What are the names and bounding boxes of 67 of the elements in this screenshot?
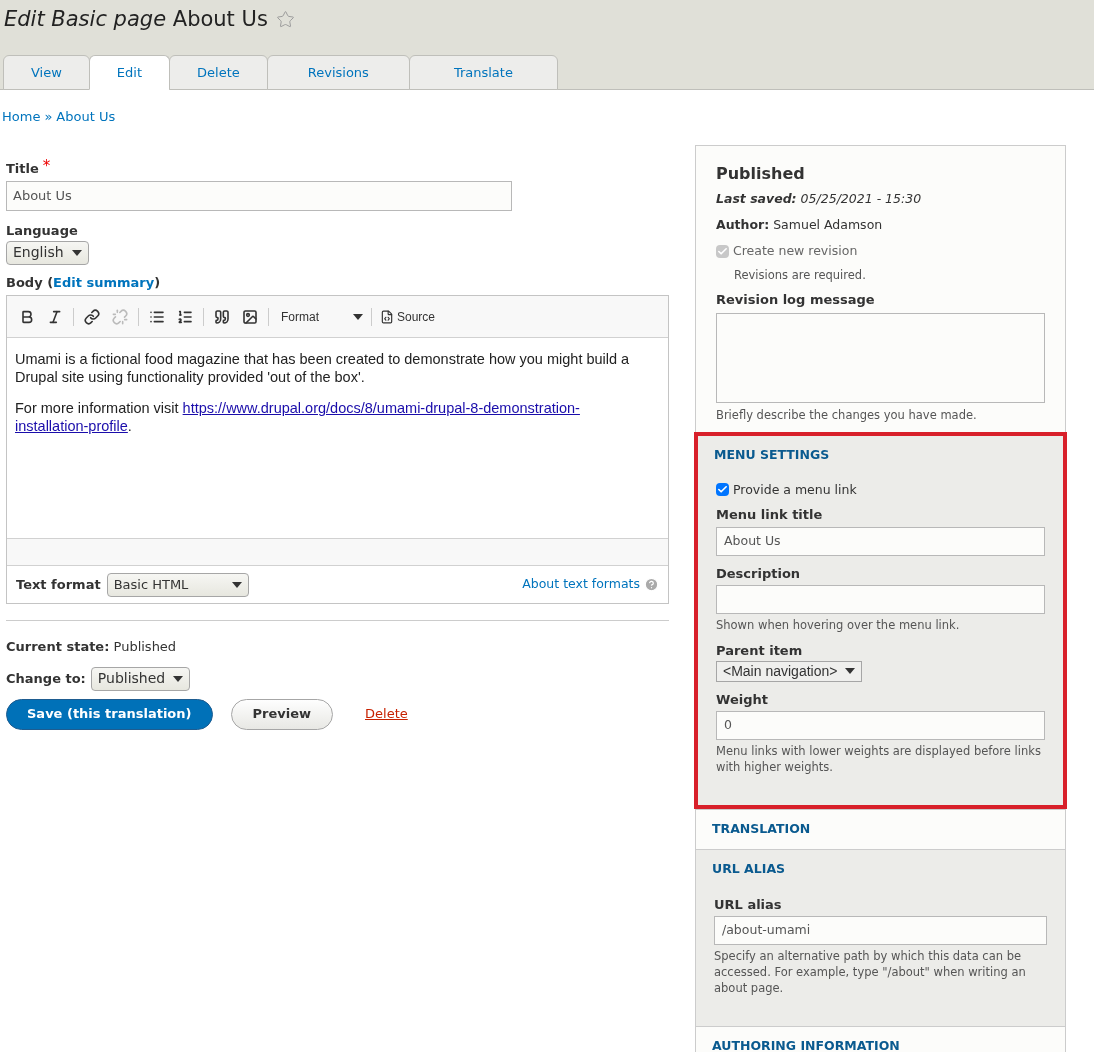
tab[interactable]: View [3, 55, 90, 90]
text-input[interactable] [716, 585, 1045, 615]
link-icon[interactable] [82, 306, 102, 327]
body-paragraph: Umami is a fictional food magazine that has been created to demonstrate how you might build a Drupal site using functionality provided 'out of the box'. [15, 350, 631, 386]
section-toggle[interactable]: AUTHORING INFORMATION [696, 1027, 916, 1052]
star-icon[interactable] [275, 10, 295, 30]
text-input[interactable]: /about-umami [714, 916, 1047, 946]
help-text: Specify an alternative path by which this data can be accessed. For example, type "/about" when writing an about page. [714, 948, 1027, 997]
tab[interactable]: Delete [169, 55, 268, 90]
source-button[interactable]: Source [380, 307, 436, 326]
checkbox-label: Provide a menu link [733, 480, 857, 499]
field-label: Body ( [6, 273, 54, 292]
help-text: Menu links with lower weights are displayed before links with higher weights. [716, 743, 1042, 776]
checkbox[interactable] [716, 483, 729, 497]
delete-link[interactable]: Delete [365, 704, 408, 724]
edit-summary-link[interactable]: Edit summary [53, 272, 155, 292]
body-link[interactable]: https://www.drupal.org/docs/8/umami-drupal-8-demonstration- [182, 400, 580, 416]
required-mark: * [42, 158, 51, 174]
parent-select[interactable]: <Main navigation> [716, 660, 863, 682]
save-button[interactable]: Save (this translation) [6, 698, 213, 730]
help-text: Shown when hovering over the menu link. [716, 617, 961, 634]
caret-icon [353, 313, 363, 320]
checkbox-label: Create new revision [733, 242, 858, 260]
source-icon [380, 309, 394, 324]
help-icon [644, 577, 659, 592]
language-select[interactable]: English [6, 240, 89, 265]
body-link[interactable]: installation-profile [15, 418, 128, 434]
about-formats-link[interactable]: About text formats [522, 575, 640, 594]
state-select[interactable]: Published [90, 666, 191, 691]
preview-button[interactable]: Preview [230, 698, 333, 730]
page-title: Edit Basic page About Us [4, 6, 268, 33]
title-input[interactable]: About Us [6, 181, 512, 211]
current-state: Current state: Published [6, 638, 178, 656]
field-label: Description [716, 564, 802, 583]
text-input[interactable]: 0 [716, 711, 1045, 741]
author: Author: Samuel Adamson [716, 216, 884, 235]
field-label: Title [6, 159, 39, 178]
help-text: Revisions are required. [734, 266, 867, 284]
field-label: Parent item [716, 642, 804, 661]
text-input[interactable]: About Us [716, 526, 1045, 556]
field-label: Change to: [6, 669, 86, 688]
field-label: Language [6, 222, 79, 240]
tab[interactable]: Translate [408, 55, 558, 90]
caret-icon [231, 581, 242, 588]
field-label: Weight [716, 690, 769, 709]
field-label: Revision log message [716, 291, 876, 309]
breadcrumb-link[interactable]: About Us [56, 107, 116, 127]
caret-icon [71, 249, 82, 256]
field-label: Menu link title [716, 506, 824, 525]
text-format-select[interactable]: Basic HTML [106, 572, 249, 597]
field-label: Text format [16, 575, 101, 594]
field-label: URL alias [714, 895, 783, 914]
section-toggle[interactable]: TRANSLATION [696, 810, 827, 849]
breadcrumb-separator: » [44, 108, 53, 126]
breadcrumb-link[interactable]: Home [2, 107, 41, 127]
format-dropdown[interactable]: Format [277, 307, 363, 326]
section-toggle[interactable]: URL ALIAS [696, 850, 802, 889]
tab[interactable]: Revisions [266, 55, 410, 90]
section-toggle[interactable]: MENU SETTINGS [698, 435, 846, 475]
help-text: Briefly describe the changes you have made. [716, 406, 978, 424]
body-paragraph: For more information visit https://www.drupal.org/docs/8/umami-drupal-8-demonstration- installation-profile. [15, 399, 581, 435]
last-saved: Last saved: 05/25/2021 - 15:30 [716, 189, 923, 208]
caret-icon [845, 668, 856, 675]
field-label: ) [154, 273, 161, 292]
status-heading: Published [716, 162, 806, 185]
caret-icon [173, 675, 184, 682]
tab[interactable]: Edit [88, 55, 171, 90]
